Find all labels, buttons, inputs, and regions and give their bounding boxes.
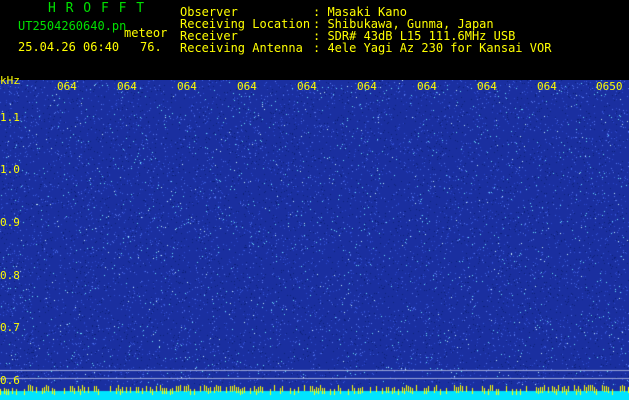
y-tick-label: 1.1 [0, 110, 20, 124]
antenna-value: : 4ele Yagi Az 230 for Kansai VOR [313, 41, 552, 55]
x-tick-label: 064 [417, 80, 437, 93]
y-tick-label: 0.6 [0, 373, 20, 387]
x-tick-label: 064 [357, 80, 377, 93]
y-tick-label: 0.9 [0, 215, 20, 229]
antenna-label: Receiving Antenna [180, 41, 303, 55]
spectrogram-heatmap [0, 80, 629, 400]
x-tick-label: 064 [57, 80, 77, 93]
x-tick-label: 064 [297, 80, 317, 93]
x-tick-label: 064 [177, 80, 197, 93]
x-tick-label: 064 [537, 80, 557, 93]
x-tick-label: 064 [237, 80, 257, 93]
file-name: UT2504260640.pn [18, 19, 127, 33]
header-panel: H R O F F T UT2504260640.pn meteor 25.04… [0, 0, 629, 80]
y-tick-label: 0.8 [0, 268, 20, 282]
x-tick-label: 0650 [596, 80, 623, 93]
y-axis-unit-label: kHz [0, 74, 20, 87]
mode-tag: meteor [124, 26, 168, 40]
x-tick-label: 064 [477, 80, 497, 93]
brand-title: H R O F F T [48, 1, 146, 16]
gain-value: 76. [140, 40, 162, 54]
y-tick-label: 0.7 [0, 321, 20, 335]
x-tick-label: 064 [117, 80, 137, 93]
datetime-label: 25.04.26 06:40 [18, 40, 120, 54]
y-tick-label: 1.0 [0, 163, 20, 177]
